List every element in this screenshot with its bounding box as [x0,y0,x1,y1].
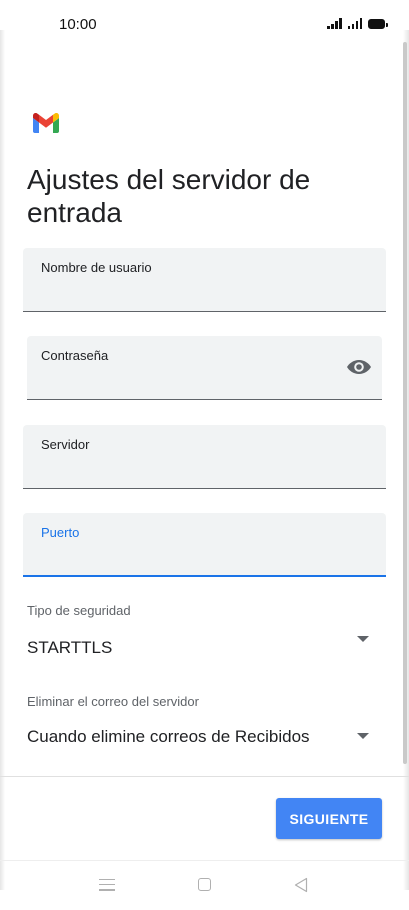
back-icon[interactable] [294,877,308,893]
system-nav-bar [0,862,409,910]
port-label: Puerto [41,525,80,540]
status-icons [327,18,388,29]
server-label: Servidor [41,437,90,452]
status-bar: 10:00 [0,0,409,44]
menu-icon[interactable] [99,879,115,891]
chevron-down-icon [357,733,369,739]
footer-divider [0,776,409,777]
delete-from-server-value: Cuando elimine correos de Recibidos [27,727,310,746]
signal-icon [347,18,362,29]
battery-icon [368,19,388,29]
security-type-label: Tipo de seguridad [27,603,131,618]
gmail-logo [33,113,59,133]
port-field[interactable]: Puerto [23,513,386,577]
delete-from-server-label: Eliminar el correo del servidor [27,694,199,709]
status-time: 10:00 [59,16,97,33]
chevron-down-icon [357,636,369,642]
server-field[interactable]: Servidor [23,425,386,489]
frame-edge-left [0,30,5,890]
security-type-value: STARTTLS [27,638,113,657]
username-label: Nombre de usuario [41,260,152,275]
username-field[interactable]: Nombre de usuario [23,248,386,312]
scrollbar[interactable] [403,42,407,764]
next-button[interactable]: SIGUIENTE [276,798,382,839]
password-field[interactable]: Contraseña [27,336,382,400]
screen: 10:00 Ajustes del servidor de entrada No… [0,0,409,910]
nav-divider [0,860,409,861]
eye-icon[interactable] [346,356,372,378]
home-icon[interactable] [198,878,211,891]
page-title: Ajustes del servidor de entrada [27,164,311,228]
password-label: Contraseña [41,348,109,363]
signal-icon [327,18,342,29]
